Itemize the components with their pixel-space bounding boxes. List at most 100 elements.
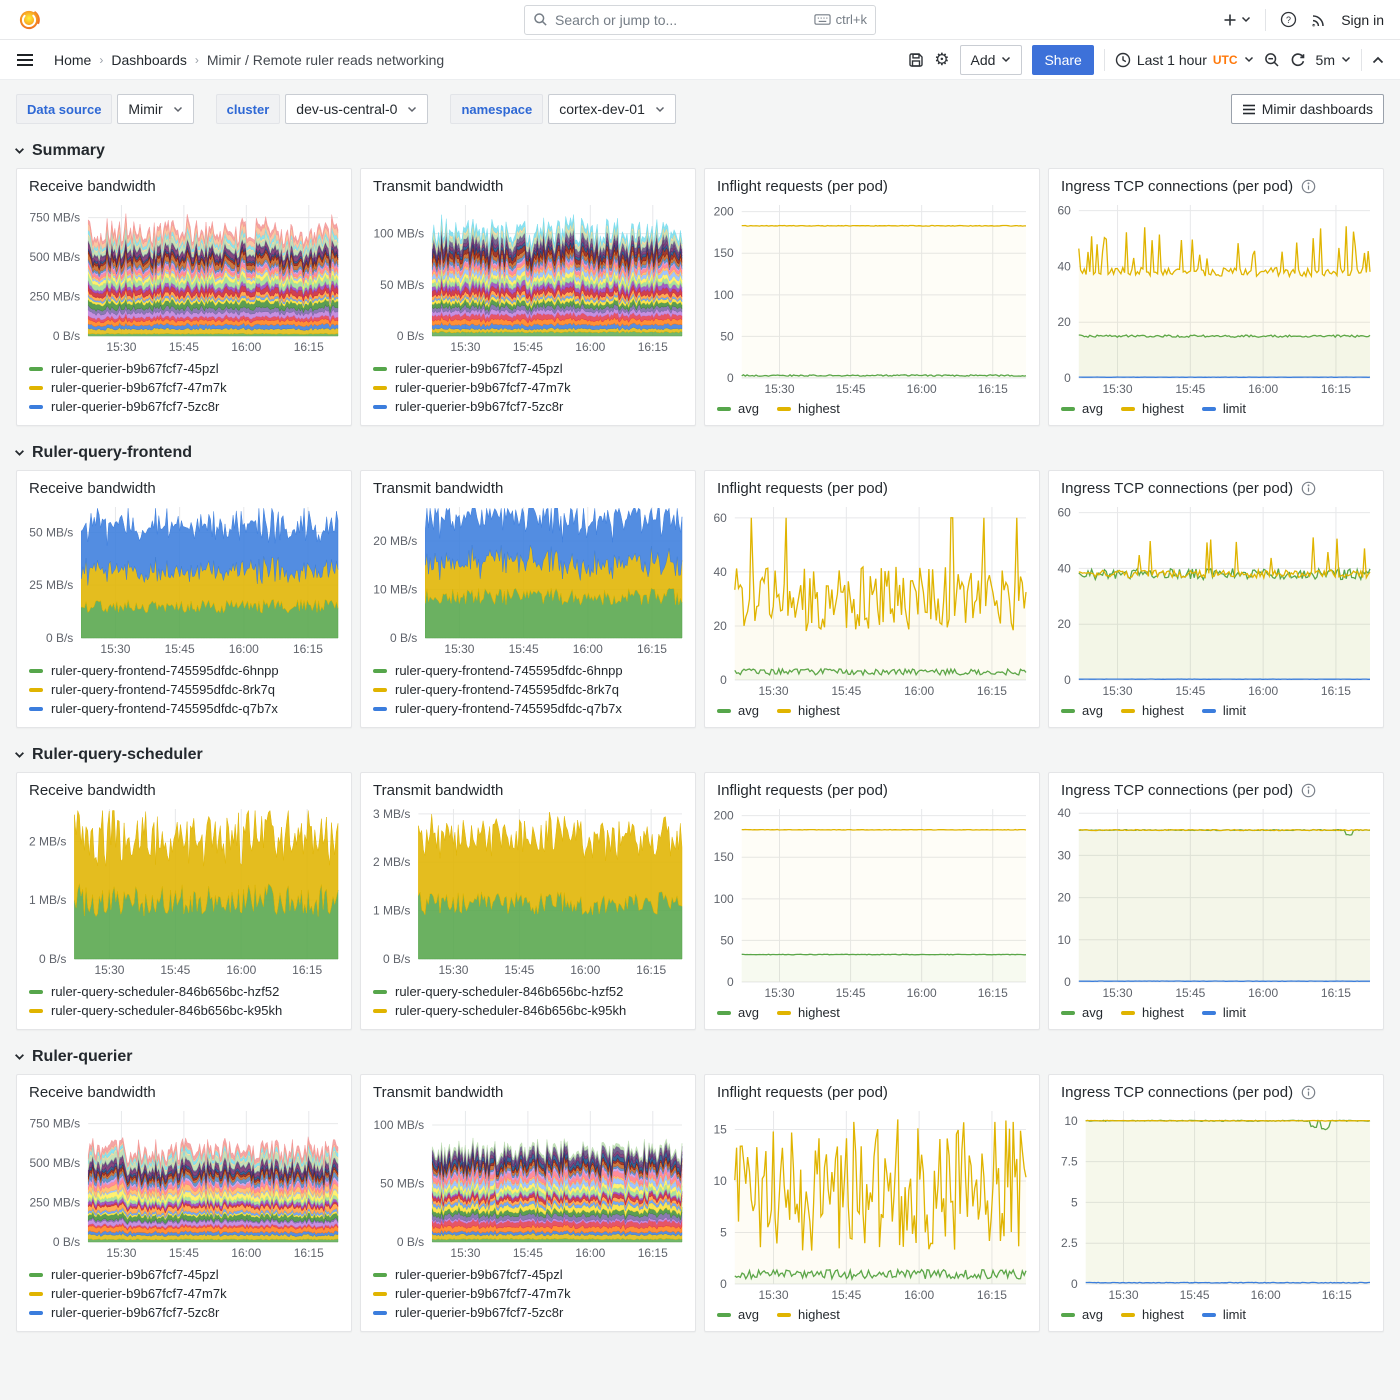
section-header-summary[interactable]: Summary [0,134,1400,166]
legend-item[interactable]: ruler-query-frontend-745595dfdc-q7b7x [29,699,339,718]
legend-item[interactable]: avg [717,1307,759,1322]
legend-item[interactable]: avg [717,401,759,416]
panel-title[interactable]: Transmit bandwidth [373,480,503,497]
legend-item[interactable]: avg [1061,1307,1103,1322]
legend-item[interactable]: ruler-querier-b9b67fcf7-47m7k [29,1284,339,1303]
time-series-chart[interactable]: 100 MB/s50 MB/s0 B/s15:3015:4516:0016:15 [365,199,689,356]
legend-item[interactable]: ruler-query-scheduler-846b656bc-hzf52 [29,982,339,1001]
time-series-chart[interactable]: 604020015:3015:4516:0016:15 [1053,199,1377,398]
legend-item[interactable]: highest [1121,401,1184,416]
time-series-chart[interactable]: 15105015:3015:4516:0016:15 [709,1105,1033,1304]
time-series-chart[interactable]: 750 MB/s500 MB/s250 MB/s0 B/s15:3015:451… [21,199,345,356]
panel-title[interactable]: Inflight requests (per pod) [717,480,888,497]
time-series-chart[interactable]: 100 MB/s50 MB/s0 B/s15:3015:4516:0016:15 [365,1105,689,1262]
datasource-select[interactable]: Mimir [117,94,193,124]
cluster-select[interactable]: dev-us-central-0 [285,94,428,124]
zoom-out-icon[interactable] [1264,52,1280,68]
panel-title[interactable]: Transmit bandwidth [373,782,503,799]
panel-title[interactable]: Receive bandwidth [29,782,156,799]
legend-item[interactable]: ruler-querier-b9b67fcf7-5zc8r [373,397,683,416]
time-series-chart[interactable]: 20 MB/s10 MB/s0 B/s15:3015:4516:0016:15 [365,501,689,658]
legend-item[interactable]: avg [1061,401,1103,416]
menu-toggle-icon[interactable] [16,53,34,67]
refresh-icon[interactable] [1290,52,1306,68]
sign-in-link[interactable]: Sign in [1341,12,1384,28]
legend-item[interactable]: ruler-querier-b9b67fcf7-45pzl [373,1265,683,1284]
info-icon[interactable] [1301,783,1316,798]
legend-item[interactable]: highest [777,703,840,718]
info-icon[interactable] [1301,1085,1316,1100]
legend-item[interactable]: limit [1202,1005,1246,1020]
legend-item[interactable]: highest [1121,703,1184,718]
legend-item[interactable]: avg [717,1005,759,1020]
legend-item[interactable]: highest [777,1005,840,1020]
dashboard-settings-gear-icon[interactable]: ⚙ [934,51,949,68]
legend-item[interactable]: limit [1202,703,1246,718]
time-series-chart[interactable]: 50 MB/s25 MB/s0 B/s15:3015:4516:0016:15 [21,501,345,658]
legend-item[interactable]: ruler-querier-b9b67fcf7-45pzl [373,359,683,378]
legend-item[interactable]: ruler-query-frontend-745595dfdc-q7b7x [373,699,683,718]
time-series-chart[interactable]: 604020015:3015:4516:0016:15 [709,501,1033,700]
section-header-ruler-query-frontend[interactable]: Ruler-query-frontend [0,436,1400,468]
info-icon[interactable] [1301,179,1316,194]
panel-title[interactable]: Transmit bandwidth [373,1084,503,1101]
legend-item[interactable]: limit [1202,401,1246,416]
search-input[interactable]: Search or jump to... ctrl+k [524,5,876,35]
legend-item[interactable]: ruler-querier-b9b67fcf7-47m7k [373,378,683,397]
panel-title[interactable]: Ingress TCP connections (per pod) [1061,178,1293,195]
panel-title[interactable]: Inflight requests (per pod) [717,178,888,195]
collapse-toolbar-icon[interactable] [1372,56,1384,64]
legend-item[interactable]: ruler-query-scheduler-846b656bc-k95kh [29,1001,339,1020]
legend-item[interactable]: ruler-query-scheduler-846b656bc-hzf52 [373,982,683,1001]
panel-title[interactable]: Ingress TCP connections (per pod) [1061,480,1293,497]
legend-item[interactable]: ruler-querier-b9b67fcf7-47m7k [373,1284,683,1303]
grafana-logo[interactable] [16,7,42,33]
legend-item[interactable]: avg [717,703,759,718]
legend-item[interactable]: ruler-querier-b9b67fcf7-45pzl [29,359,339,378]
legend-item[interactable]: avg [1061,1005,1103,1020]
legend-item[interactable]: limit [1202,1307,1246,1322]
panel-title[interactable]: Inflight requests (per pod) [717,782,888,799]
panel-title[interactable]: Ingress TCP connections (per pod) [1061,1084,1293,1101]
legend-item[interactable]: highest [777,401,840,416]
legend-item[interactable]: ruler-query-frontend-745595dfdc-8rk7q [29,680,339,699]
breadcrumb-dashboards[interactable]: Dashboards [111,52,187,68]
legend-item[interactable]: ruler-querier-b9b67fcf7-5zc8r [29,397,339,416]
refresh-interval-picker[interactable]: 5m [1316,52,1351,68]
help-icon[interactable]: ? [1280,11,1297,28]
news-rss-icon[interactable] [1311,12,1327,28]
save-dashboard-icon[interactable] [908,52,924,68]
legend-item[interactable]: ruler-querier-b9b67fcf7-47m7k [29,378,339,397]
time-series-chart[interactable]: 604020015:3015:4516:0016:15 [1053,501,1377,700]
time-range-picker[interactable]: Last 1 hour UTC [1115,52,1254,68]
time-series-chart[interactable]: 3 MB/s2 MB/s1 MB/s0 B/s15:3015:4516:0016… [365,803,689,979]
legend-item[interactable]: ruler-query-frontend-745595dfdc-6hnpp [373,661,683,680]
time-series-chart[interactable]: 20015010050015:3015:4516:0016:15 [709,803,1033,1002]
panel-title[interactable]: Receive bandwidth [29,1084,156,1101]
legend-item[interactable]: ruler-query-frontend-745595dfdc-6hnpp [29,661,339,680]
section-header-ruler-querier[interactable]: Ruler-querier [0,1040,1400,1072]
time-series-chart[interactable]: 20015010050015:3015:4516:0016:15 [709,199,1033,398]
legend-item[interactable]: ruler-querier-b9b67fcf7-5zc8r [373,1303,683,1322]
legend-item[interactable]: highest [1121,1307,1184,1322]
section-header-ruler-query-scheduler[interactable]: Ruler-query-scheduler [0,738,1400,770]
info-icon[interactable] [1301,481,1316,496]
legend-item[interactable]: ruler-query-frontend-745595dfdc-8rk7q [373,680,683,699]
time-series-chart[interactable]: 107.552.5015:3015:4516:0016:15 [1053,1105,1377,1304]
legend-item[interactable]: highest [1121,1005,1184,1020]
legend-item[interactable]: ruler-querier-b9b67fcf7-45pzl [29,1265,339,1284]
panel-title[interactable]: Ingress TCP connections (per pod) [1061,782,1293,799]
panel-title[interactable]: Transmit bandwidth [373,178,503,195]
namespace-select[interactable]: cortex-dev-01 [548,94,676,124]
legend-item[interactable]: ruler-querier-b9b67fcf7-5zc8r [29,1303,339,1322]
panel-title[interactable]: Inflight requests (per pod) [717,1084,888,1101]
new-add-button[interactable] [1222,12,1251,28]
mimir-dashboards-button[interactable]: Mimir dashboards [1231,94,1384,124]
legend-item[interactable]: avg [1061,703,1103,718]
share-button[interactable]: Share [1032,45,1093,75]
breadcrumb-home[interactable]: Home [54,52,91,68]
time-series-chart[interactable]: 750 MB/s500 MB/s250 MB/s0 B/s15:3015:451… [21,1105,345,1262]
time-series-chart[interactable]: 2 MB/s1 MB/s0 B/s15:3015:4516:0016:15 [21,803,345,979]
legend-item[interactable]: highest [777,1307,840,1322]
add-panel-button[interactable]: Add [960,45,1023,75]
